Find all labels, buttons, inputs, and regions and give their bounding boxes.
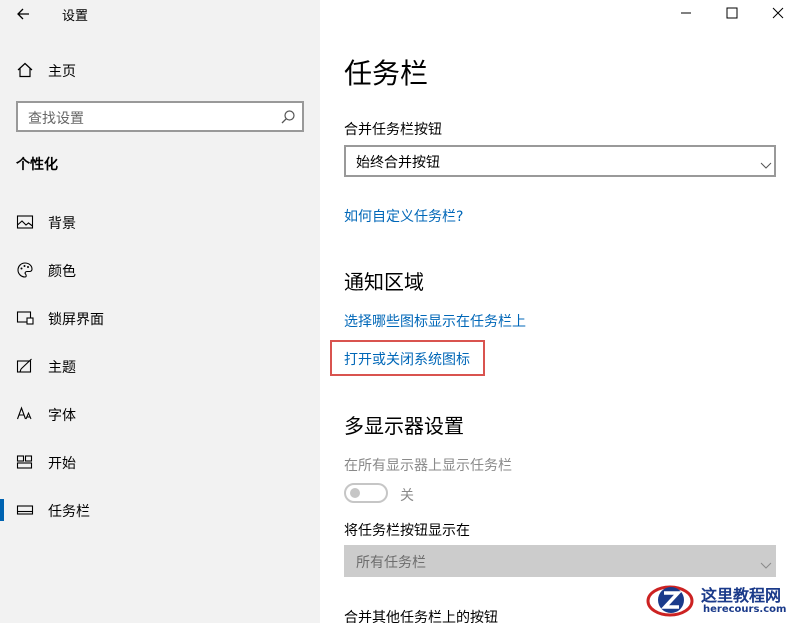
maximize-icon — [726, 7, 738, 19]
taskbar-icon — [16, 501, 34, 519]
watermark-logo-icon — [645, 580, 697, 620]
dropdown-value: 始终合并按钮 — [356, 155, 440, 171]
sidebar-item-label: 背景 — [48, 216, 76, 232]
sidebar-item-label: 开始 — [48, 456, 76, 472]
show-buttons-label: 将任务栏按钮显示在 — [344, 523, 470, 539]
combine-other-taskbars-label: 合并其他任务栏上的按钮 — [344, 610, 498, 623]
sidebar-item-colors[interactable]: 颜色 — [0, 255, 320, 285]
search-icon[interactable] — [280, 109, 296, 125]
chevron-down-icon — [760, 156, 772, 169]
active-indicator — [0, 499, 4, 521]
sidebar-item-fonts[interactable]: 字体 — [0, 399, 320, 429]
font-icon — [16, 405, 34, 423]
combine-buttons-label: 合并任务栏按钮 — [344, 122, 442, 138]
main-content: 任务栏 合并任务栏按钮 始终合并按钮 如何自定义任务栏? 通知区域 选择哪些图标… — [320, 0, 795, 623]
sidebar-item-lock-screen[interactable]: 锁屏界面 — [0, 303, 320, 333]
sidebar-item-label: 字体 — [48, 408, 76, 424]
dropdown-value: 所有任务栏 — [356, 555, 426, 571]
show-taskbar-all-displays-label: 在所有显示器上显示任务栏 — [344, 458, 512, 474]
select-icons-link[interactable]: 选择哪些图标显示在任务栏上 — [344, 311, 526, 331]
sidebar-item-themes[interactable]: 主题 — [0, 351, 320, 381]
watermark-domain: herecours.com — [703, 604, 787, 615]
maximize-button[interactable] — [709, 0, 755, 28]
chevron-down-icon — [760, 556, 772, 569]
search-input[interactable]: 查找设置 — [16, 101, 304, 132]
app-title: 设置 — [62, 9, 89, 24]
title-bar: 设置 — [0, 0, 320, 28]
sidebar-item-taskbar[interactable]: 任务栏 — [0, 495, 320, 525]
sidebar: 设置 主页 查找设置 个性化 背景 颜色 锁屏界面 主题 字体 开始 任务栏 — [0, 0, 320, 623]
watermark-title: 这里教程网 — [701, 586, 782, 605]
system-icons-link[interactable]: 打开或关闭系统图标 — [344, 349, 470, 369]
theme-icon — [16, 357, 34, 375]
picture-icon — [16, 213, 34, 231]
start-icon — [16, 453, 34, 471]
sidebar-item-label: 任务栏 — [48, 504, 90, 520]
section-title: 个性化 — [16, 157, 58, 173]
sidebar-item-start[interactable]: 开始 — [0, 447, 320, 477]
home-icon — [16, 61, 34, 79]
lock-screen-icon — [16, 309, 34, 327]
toggle-knob — [350, 488, 360, 498]
back-arrow-icon[interactable] — [14, 4, 34, 24]
show-buttons-dropdown[interactable]: 所有任务栏 — [344, 545, 776, 577]
sidebar-item-label: 锁屏界面 — [48, 312, 104, 328]
watermark: 这里教程网 herecours.com — [645, 578, 795, 623]
home-nav-item[interactable]: 主页 — [0, 56, 320, 84]
sidebar-item-background[interactable]: 背景 — [0, 207, 320, 237]
sidebar-item-label: 颜色 — [48, 264, 76, 280]
notification-area-heading: 通知区域 — [344, 270, 424, 294]
toggle-state-label: 关 — [400, 488, 414, 504]
customize-taskbar-link[interactable]: 如何自定义任务栏? — [344, 206, 463, 226]
minimize-icon — [681, 12, 691, 14]
home-label: 主页 — [48, 64, 76, 80]
combine-buttons-dropdown[interactable]: 始终合并按钮 — [344, 145, 776, 177]
close-button[interactable] — [755, 0, 795, 28]
page-title: 任务栏 — [344, 57, 429, 90]
palette-icon — [16, 261, 34, 279]
show-taskbar-toggle[interactable] — [344, 483, 388, 503]
close-icon — [772, 7, 784, 19]
sidebar-item-label: 主题 — [48, 360, 76, 376]
search-placeholder: 查找设置 — [28, 111, 84, 127]
multi-display-heading: 多显示器设置 — [344, 414, 464, 438]
minimize-button[interactable] — [663, 0, 709, 28]
